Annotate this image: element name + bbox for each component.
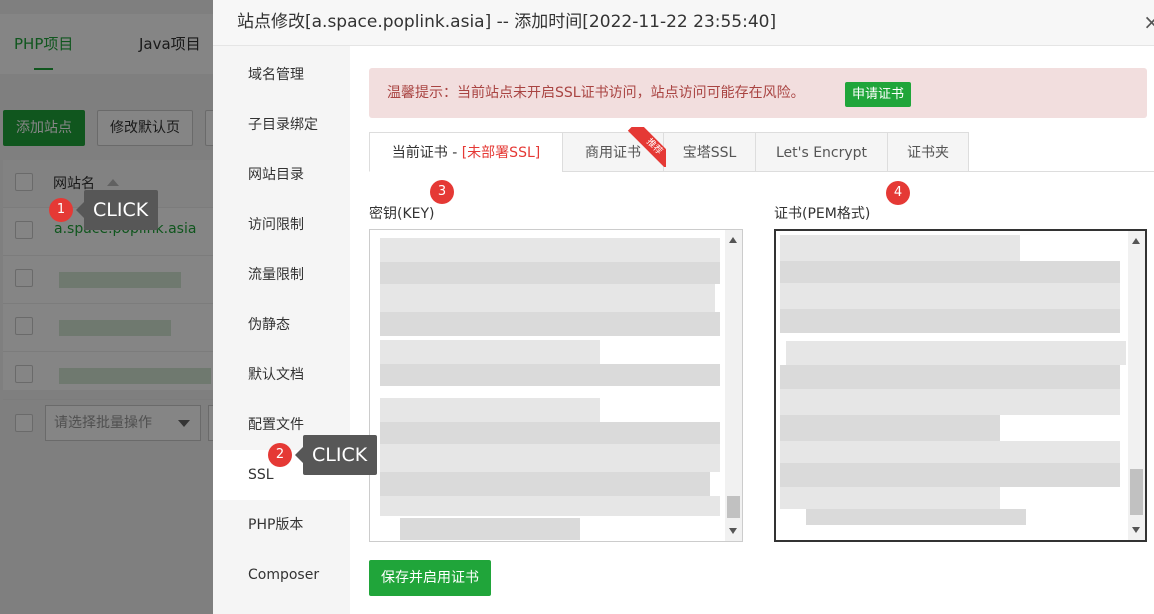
redacted-text (780, 283, 1120, 309)
recommend-ribbon-label: 推荐 (627, 127, 666, 167)
redacted-text (780, 389, 1120, 415)
redacted-text (380, 262, 720, 284)
nav-subdirectory-binding[interactable]: 子目录绑定 (213, 100, 350, 150)
nav-rewrite[interactable]: 伪静态 (213, 300, 350, 350)
ssl-panel: 温馨提示：当前站点未开启SSL证书访问，站点访问可能存在风险。 申请证书 当前证… (350, 46, 1154, 614)
site-edit-dialog: 站点修改[a.space.poplink.asia] -- 添加时间[2022-… (213, 0, 1154, 614)
ssl-warning-alert: 温馨提示：当前站点未开启SSL证书访问，站点访问可能存在风险。 申请证书 (369, 68, 1147, 118)
redacted-text (380, 496, 720, 516)
redacted-text (380, 284, 715, 312)
alert-text: 温馨提示：当前站点未开启SSL证书访问，站点访问可能存在风险。 (387, 85, 805, 101)
redacted-text (400, 518, 580, 540)
certificate-tabs: 当前证书 - [未部署SSL] 商用证书 宝塔SSL Let's Encrypt… (369, 132, 1154, 172)
recommend-ribbon: 推荐 (626, 127, 666, 167)
redacted-text (380, 364, 720, 386)
apply-certificate-button[interactable]: 申请证书 (845, 82, 912, 107)
certificate-scrollbar[interactable] (1128, 231, 1145, 540)
redacted-text (380, 238, 720, 262)
certificate-textarea[interactable] (774, 229, 1147, 542)
nav-site-directory[interactable]: 网站目录 (213, 150, 350, 200)
redacted-text (780, 261, 1120, 283)
redacted-text (806, 509, 1026, 525)
key-label: 密钥(KEY) (369, 206, 435, 222)
step-badge-4: 4 (886, 181, 910, 205)
redacted-text (780, 441, 1120, 463)
redacted-text (780, 463, 1120, 487)
click-tooltip-1: CLICK (75, 190, 159, 230)
step-badge-1: 1 (49, 198, 73, 222)
nav-php-version[interactable]: PHP版本 (213, 500, 350, 550)
close-icon[interactable]: × (1143, 12, 1154, 32)
redacted-text (780, 365, 1120, 389)
dialog-sidebar: 域名管理 子目录绑定 网站目录 访问限制 流量限制 伪静态 默认文档 配置文件 … (213, 46, 350, 614)
redacted-text (380, 340, 600, 364)
dialog-title: 站点修改[a.space.poplink.asia] -- 添加时间[2022-… (213, 0, 1154, 46)
ssl-status-label: [未部署SSL] (461, 145, 541, 161)
click-tooltip-2: CLICK (294, 435, 378, 475)
tab-current-certificate[interactable]: 当前证书 - [未部署SSL] (369, 132, 563, 172)
redacted-text (780, 309, 1120, 333)
tab-current-prefix: 当前证书 - (391, 145, 462, 161)
redacted-text (380, 472, 710, 496)
scroll-thumb[interactable] (727, 496, 740, 518)
save-and-enable-certificate-button[interactable]: 保存并启用证书 (369, 560, 491, 596)
scroll-up-icon[interactable] (1132, 238, 1140, 244)
scroll-up-icon[interactable] (729, 237, 737, 243)
scroll-down-icon[interactable] (729, 528, 737, 534)
modal-overlay (0, 0, 213, 614)
nav-domain-management[interactable]: 域名管理 (213, 50, 350, 100)
tab-lets-encrypt[interactable]: Let's Encrypt (755, 132, 888, 172)
redacted-text (786, 341, 1126, 365)
key-textarea[interactable] (369, 229, 743, 542)
certificate-label: 证书(PEM格式) (774, 206, 871, 222)
nav-access-restriction[interactable]: 访问限制 (213, 200, 350, 250)
redacted-text (380, 398, 600, 422)
scroll-thumb[interactable] (1130, 469, 1143, 515)
redacted-text (380, 422, 720, 444)
scroll-down-icon[interactable] (1132, 527, 1140, 533)
redacted-text (380, 312, 720, 336)
nav-composer[interactable]: Composer (213, 550, 350, 600)
tab-certificate-folder[interactable]: 证书夹 (887, 132, 969, 172)
tab-baota-ssl[interactable]: 宝塔SSL (663, 132, 756, 172)
redacted-text (380, 444, 720, 472)
redacted-text (780, 415, 1000, 441)
nav-traffic-limit[interactable]: 流量限制 (213, 250, 350, 300)
step-badge-3: 3 (430, 180, 454, 204)
key-scrollbar[interactable] (725, 230, 742, 541)
nav-default-document[interactable]: 默认文档 (213, 350, 350, 400)
redacted-text (780, 235, 1020, 261)
redacted-text (780, 487, 1000, 509)
step-badge-2: 2 (268, 443, 292, 467)
